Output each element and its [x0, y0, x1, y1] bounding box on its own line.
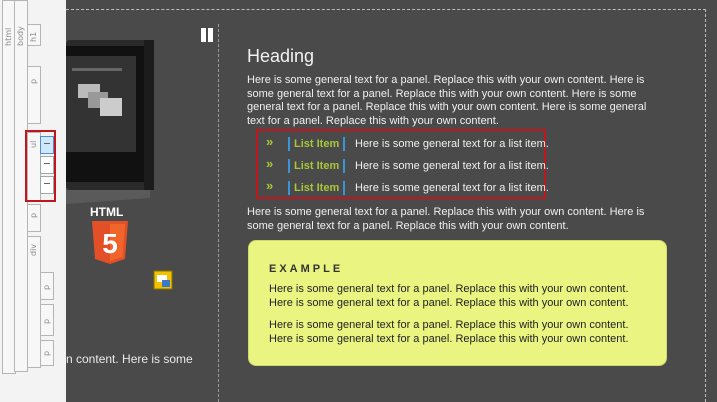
- canvas-border-right: [705, 9, 706, 402]
- ruler-tag-div-p2: p: [42, 318, 51, 324]
- list-item-text: Here is some general text for a list ite…: [355, 182, 549, 194]
- list-item-label: List Item: [288, 181, 346, 195]
- double-chevron-icon: »: [266, 178, 274, 193]
- ruler-tag-body: body: [16, 26, 25, 46]
- pause-icon[interactable]: [199, 28, 215, 42]
- example-paragraph-1[interactable]: Here is some general text for a panel. R…: [269, 283, 649, 310]
- double-chevron-icon: »: [266, 134, 274, 149]
- ruler-tag-h1: h1: [29, 31, 38, 42]
- example-paragraph-2[interactable]: Here is some general text for a panel. R…: [269, 319, 649, 346]
- ruler-tag-p: p: [29, 78, 38, 84]
- paragraph-2[interactable]: Here is some general text for a panel. R…: [247, 206, 667, 233]
- list-item-text: Here is some general text for a list ite…: [355, 160, 549, 172]
- page-heading[interactable]: Heading: [247, 46, 314, 67]
- ruler-tag-div-p1: p: [42, 284, 51, 290]
- paragraph-1[interactable]: Here is some general text for a panel. R…: [247, 74, 667, 128]
- structure-ruler: html body h1 p ul p div p p p: [0, 0, 66, 402]
- ruler-p[interactable]: [27, 66, 41, 124]
- example-panel[interactable]: EXAMPLE Here is some general text for a …: [248, 240, 667, 366]
- monitor-image: [66, 40, 154, 204]
- ruler-tag-html: html: [4, 27, 13, 46]
- html5-logo: HTML 5: [90, 205, 128, 264]
- ruler-p2[interactable]: [27, 204, 41, 232]
- image-placeholder-icon[interactable]: [153, 270, 173, 290]
- ruler-tag-p2: p: [29, 212, 38, 218]
- ruler-tag-div-p3: p: [42, 350, 51, 356]
- list-item-label: List Item: [288, 159, 346, 173]
- truncated-text: n content. Here is some: [66, 352, 193, 366]
- ruler-tag-div: div: [29, 243, 38, 256]
- html5-logo-label: HTML: [90, 205, 123, 219]
- html5-logo-badge: 5: [102, 228, 118, 259]
- example-title: EXAMPLE: [269, 263, 344, 275]
- list-item-text: Here is some general text for a list ite…: [355, 138, 549, 150]
- canvas-border-top: [66, 9, 706, 10]
- list-item-label: List Item: [288, 137, 346, 151]
- double-chevron-icon: »: [266, 156, 274, 171]
- column-divider: [218, 24, 219, 402]
- ruler-selection-highlight: [25, 130, 56, 202]
